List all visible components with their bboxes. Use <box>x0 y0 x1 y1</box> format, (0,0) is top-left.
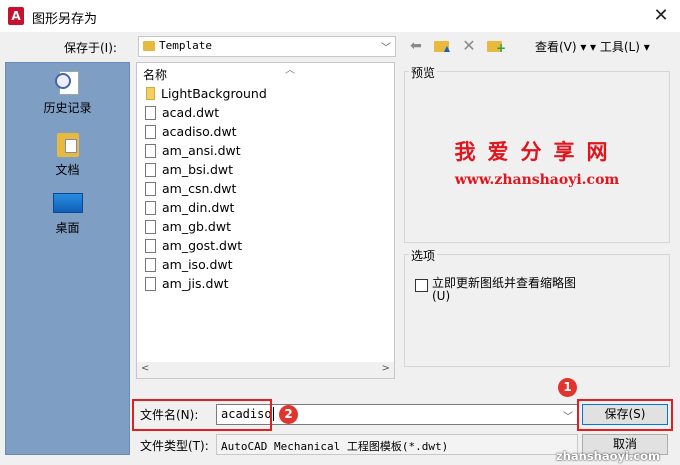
folder-icon <box>143 41 155 51</box>
documents-icon <box>55 129 81 159</box>
new-folder-icon[interactable]: + <box>485 37 507 55</box>
up-folder-icon[interactable]: ▲ <box>432 37 452 55</box>
list-item[interactable]: acadiso.dwt <box>145 122 237 141</box>
file-icon <box>145 162 156 177</box>
save-drawing-dialog: A 图形另存为 ✕ 保存于(I): Template ﹀ ⬅ ▲ ✕ + 查看(… <box>0 0 680 465</box>
dropdown-arrow-icon: ▾ <box>580 40 587 54</box>
plus-glyph: + <box>496 41 507 55</box>
place-label: 桌面 <box>55 221 80 235</box>
filetype-dropdown[interactable]: AutoCAD Mechanical 工程图模板(*.dwt) <box>216 434 578 455</box>
file-icon <box>145 200 156 215</box>
file-icon <box>145 238 156 253</box>
text-cursor <box>272 407 274 421</box>
file-name: am_ansi.dwt <box>162 143 241 158</box>
file-icon <box>145 143 156 158</box>
dialog-title: 图形另存为 <box>32 12 98 27</box>
view-menu-label: 查看(V) <box>535 40 577 54</box>
list-item[interactable]: am_din.dwt <box>145 198 234 217</box>
file-name: am_din.dwt <box>162 200 235 215</box>
chevron-down-icon[interactable]: ﹀ <box>563 408 573 423</box>
file-name: am_gost.dwt <box>162 238 243 253</box>
file-list[interactable]: 名称 ︿ LightBackground acad.dwt acadiso.dw… <box>136 62 395 379</box>
place-history[interactable]: 历史记录 <box>6 69 129 116</box>
options-label: 选项 <box>409 247 438 264</box>
preview-label: 预览 <box>409 64 438 81</box>
sort-caret-icon: ︿ <box>285 65 295 76</box>
back-arrow-icon[interactable]: ⬅ <box>406 37 426 55</box>
folder-icon <box>146 87 155 100</box>
title-bar: A 图形另存为 ✕ <box>0 0 680 32</box>
update-thumbnail-label[interactable]: 立即更新图纸并查看缩略图(U) <box>432 277 582 303</box>
place-documents[interactable]: 文档 <box>6 129 129 178</box>
options-panel: 立即更新图纸并查看缩略图(U) <box>404 254 670 367</box>
file-name: acadiso.dwt <box>162 124 237 139</box>
up-arrow-glyph: ▲ <box>443 44 451 53</box>
desktop-icon <box>52 191 83 217</box>
step-badge-1: 1 <box>558 378 577 397</box>
sheet-shape <box>64 139 77 153</box>
list-item[interactable]: am_iso.dwt <box>145 255 233 274</box>
monitor-shape <box>52 193 83 213</box>
horizontal-scrollbar[interactable]: < > <box>137 362 394 378</box>
save-highlight-box <box>577 399 673 431</box>
tools-menu[interactable]: ▾ 工具(L) ▾ <box>590 38 650 55</box>
file-name: am_jis.dwt <box>162 276 229 291</box>
places-bar: 历史记录 文档 桌面 <box>5 62 130 455</box>
list-item[interactable]: am_jis.dwt <box>145 274 229 293</box>
list-item[interactable]: am_gost.dwt <box>145 236 242 255</box>
watermark-chinese: 我爱分享网 <box>454 140 620 164</box>
list-item[interactable]: am_gb.dwt <box>145 217 231 236</box>
file-name: am_gb.dwt <box>162 219 231 234</box>
list-item[interactable]: am_bsi.dwt <box>145 160 233 179</box>
autocad-app-icon: A <box>8 7 24 25</box>
clock-face <box>54 73 71 89</box>
file-icon <box>145 219 156 234</box>
save-in-dropdown[interactable]: Template ﹀ <box>138 36 396 57</box>
close-icon[interactable]: ✕ <box>648 3 674 29</box>
list-item[interactable]: am_ansi.dwt <box>145 141 241 160</box>
file-name: LightBackground <box>161 86 267 101</box>
column-header-name[interactable]: 名称 <box>143 66 167 83</box>
list-item[interactable]: am_csn.dwt <box>145 179 236 198</box>
place-desktop[interactable]: 桌面 <box>6 191 129 236</box>
filetype-label: 文件类型(T): <box>140 439 209 453</box>
save-in-value: Template <box>159 39 212 52</box>
scroll-left-icon[interactable]: < <box>141 363 149 374</box>
history-icon <box>54 69 81 97</box>
column-header-label: 名称 <box>143 68 168 82</box>
scroll-right-icon[interactable]: > <box>382 363 390 374</box>
file-icon <box>145 257 156 272</box>
corner-watermark: zhanshaoyi.com <box>556 449 661 463</box>
watermark-url: www.zhanshaoyi.com <box>454 172 620 188</box>
list-item[interactable]: LightBackground <box>145 84 267 103</box>
delete-icon[interactable]: ✕ <box>459 37 479 55</box>
file-icon <box>145 124 156 139</box>
step-badge-2: 2 <box>279 405 298 424</box>
update-thumbnail-checkbox[interactable] <box>415 279 428 292</box>
place-label: 文档 <box>55 163 80 177</box>
view-menu[interactable]: 查看(V) ▾ <box>535 38 586 55</box>
chevron-down-icon: ﹀ <box>381 43 391 54</box>
dropdown-arrow-icon: ▾ <box>590 40 600 54</box>
file-name: acad.dwt <box>162 105 220 120</box>
file-name: am_bsi.dwt <box>162 162 234 177</box>
file-name: am_iso.dwt <box>162 257 233 272</box>
save-in-label: 保存于(I): <box>64 41 117 55</box>
filetype-value: AutoCAD Mechanical 工程图模板(*.dwt) <box>221 440 449 453</box>
filename-highlight-box <box>132 399 272 431</box>
place-label: 历史记录 <box>43 101 92 115</box>
file-icon <box>145 181 156 196</box>
file-icon <box>145 276 156 291</box>
file-name: am_csn.dwt <box>162 181 237 196</box>
preview-panel: 我爱分享网 www.zhanshaoyi.com <box>404 71 670 243</box>
file-icon <box>145 105 156 120</box>
tools-menu-label: 工具(L) <box>599 40 640 54</box>
dropdown-arrow-icon: ▾ <box>643 40 650 54</box>
list-item[interactable]: acad.dwt <box>145 103 219 122</box>
